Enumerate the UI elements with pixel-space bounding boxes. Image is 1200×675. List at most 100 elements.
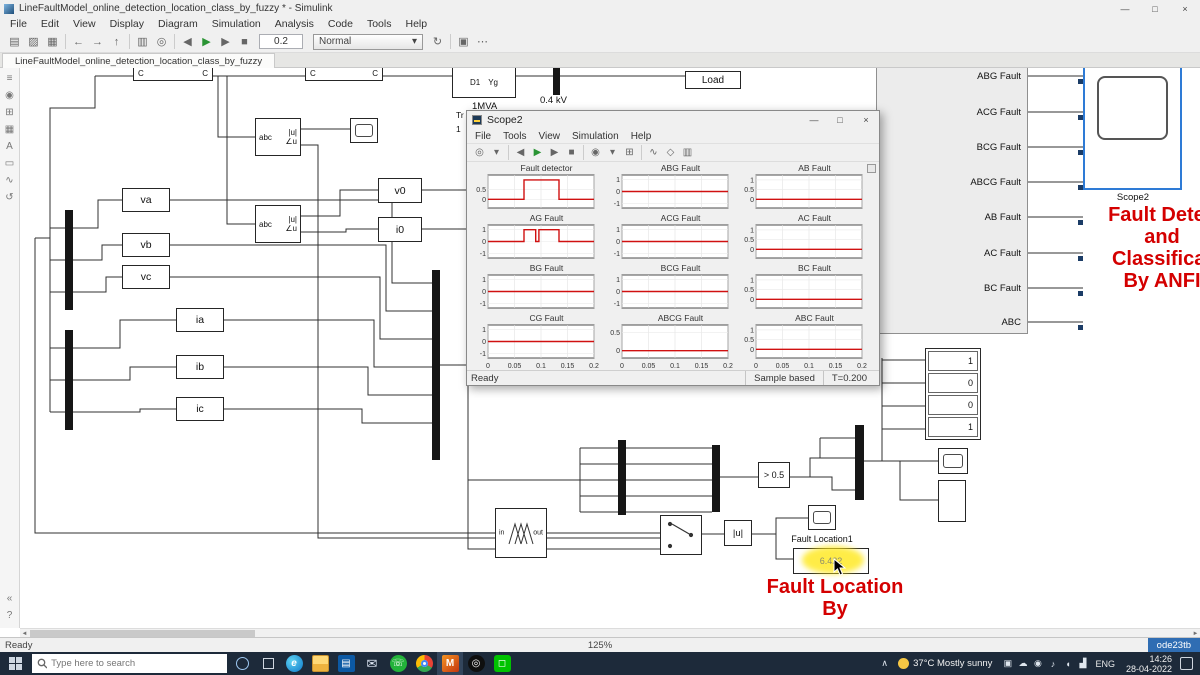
- menu-item-file[interactable]: File: [3, 17, 34, 31]
- scrollbar-thumb[interactable]: [30, 630, 255, 637]
- cortana-icon[interactable]: [229, 652, 255, 675]
- menu-item-view[interactable]: View: [66, 17, 103, 31]
- settings-caret-icon[interactable]: ▾: [488, 145, 505, 161]
- mux-a[interactable]: [618, 440, 626, 515]
- demux-voltages[interactable]: [65, 210, 73, 310]
- up-to-parent-icon[interactable]: ↑: [107, 33, 126, 51]
- scope-block-right[interactable]: [938, 448, 968, 474]
- edge-icon[interactable]: e: [281, 652, 307, 675]
- search-input[interactable]: [51, 658, 222, 669]
- step-forward-icon[interactable]: ▶: [546, 145, 563, 161]
- run-icon[interactable]: ▶: [529, 145, 546, 161]
- model-tab[interactable]: LineFaultModel_online_detection_location…: [2, 53, 275, 68]
- chevron-up-icon[interactable]: ∧: [877, 658, 892, 669]
- chrome-icon[interactable]: [411, 652, 437, 675]
- zoom-icon[interactable]: ◉: [2, 87, 18, 104]
- display-column-block[interactable]: 1001: [925, 348, 981, 440]
- speaker-icon[interactable]: ◖: [1060, 659, 1075, 669]
- bus-bar[interactable]: [553, 68, 560, 95]
- block-v0[interactable]: v0: [378, 178, 422, 203]
- more-tools-icon[interactable]: ⋯: [473, 33, 492, 51]
- annotation-fault-detection[interactable]: Fault DetecandClassificatBy ANFI: [1082, 204, 1200, 292]
- forward-icon[interactable]: →: [88, 33, 107, 51]
- sound-icon[interactable]: ♪: [1045, 659, 1060, 669]
- abs-block[interactable]: |u|: [724, 520, 752, 546]
- zoom-caret-icon[interactable]: ▾: [604, 145, 621, 161]
- open-model-icon[interactable]: ▨: [24, 33, 43, 51]
- scope-menu-item-help[interactable]: Help: [625, 129, 658, 143]
- style-icon[interactable]: ◇: [662, 145, 679, 161]
- zoom-icon[interactable]: ◉: [587, 145, 604, 161]
- signal-mux-main[interactable]: [432, 270, 440, 460]
- task-view-icon[interactable]: [255, 652, 281, 675]
- step-back-icon[interactable]: ◀: [512, 145, 529, 161]
- scope2-window[interactable]: Scope2 —□× FileToolsViewSimulationHelp ◎…: [466, 110, 880, 386]
- annotation-fault-location[interactable]: Fault LocationBy: [735, 576, 935, 620]
- help-icon[interactable]: ?: [2, 607, 18, 624]
- run-icon[interactable]: ▶: [197, 33, 216, 51]
- start-button[interactable]: [0, 652, 30, 675]
- close-button[interactable]: ×: [853, 111, 879, 129]
- menu-item-analysis[interactable]: Analysis: [268, 17, 321, 31]
- network-icon[interactable]: ▟: [1075, 658, 1090, 669]
- close-button[interactable]: ×: [1170, 0, 1200, 17]
- fast-restart-icon[interactable]: ↻: [428, 33, 447, 51]
- image-icon[interactable]: ▭: [2, 155, 18, 172]
- screenshot-icon[interactable]: ▦: [2, 121, 18, 138]
- menu-item-simulation[interactable]: Simulation: [205, 17, 268, 31]
- scope-menu-item-tools[interactable]: Tools: [497, 129, 532, 143]
- line-icon[interactable]: ◻: [489, 652, 515, 675]
- scope-menu-item-file[interactable]: File: [469, 129, 497, 143]
- collapse-icon[interactable]: «: [2, 590, 18, 607]
- whatsapp-icon[interactable]: ☏: [385, 652, 411, 675]
- restore-button[interactable]: □: [827, 111, 853, 129]
- pi-section-block-1[interactable]: C C: [133, 68, 213, 81]
- transformer-block[interactable]: D1 Yg: [452, 68, 516, 98]
- action-center-icon[interactable]: [1180, 657, 1193, 670]
- sim-mode-select[interactable]: Normal▾: [313, 34, 423, 50]
- horizontal-scrollbar[interactable]: ◄ ►: [20, 628, 1200, 637]
- block-ic[interactable]: ic: [176, 397, 224, 421]
- menu-item-tools[interactable]: Tools: [360, 17, 399, 31]
- block-ib[interactable]: ib: [176, 355, 224, 379]
- onedrive-icon[interactable]: ☁: [1015, 658, 1030, 669]
- model-config-icon[interactable]: ◎: [152, 33, 171, 51]
- mux-right[interactable]: [855, 425, 864, 500]
- grid-icon[interactable]: ⊞: [2, 104, 18, 121]
- scope2-block[interactable]: [1083, 68, 1182, 190]
- measurements-icon[interactable]: ∿: [645, 145, 662, 161]
- stop-icon[interactable]: ■: [235, 33, 254, 51]
- language-indicator[interactable]: ENG: [1095, 659, 1115, 669]
- weather-text[interactable]: 37°C Mostly sunny: [913, 658, 992, 669]
- file-explorer-icon[interactable]: [307, 652, 333, 675]
- undo-icon[interactable]: ↺: [2, 189, 18, 206]
- signal-icon[interactable]: ∿: [2, 172, 18, 189]
- restore-button[interactable]: □: [1140, 0, 1170, 17]
- stop-icon[interactable]: ■: [563, 145, 580, 161]
- block-ia[interactable]: ia: [176, 308, 224, 332]
- scope-menu-item-simulation[interactable]: Simulation: [566, 129, 625, 143]
- block-vb[interactable]: vb: [122, 233, 170, 257]
- menu-item-display[interactable]: Display: [103, 17, 151, 31]
- save-model-icon[interactable]: ▦: [43, 33, 62, 51]
- block-va[interactable]: va: [122, 188, 170, 212]
- step-forward-icon[interactable]: ▶: [216, 33, 235, 51]
- step-back-icon[interactable]: ◀: [178, 33, 197, 51]
- complex-to-mag-angle-block-2[interactable]: abc |u|∠u: [255, 205, 301, 243]
- menu-item-help[interactable]: Help: [398, 17, 434, 31]
- display-block-right[interactable]: [938, 480, 966, 522]
- plot-corner-button[interactable]: [867, 164, 876, 173]
- fault-location-display-block[interactable]: 6.422: [793, 548, 869, 574]
- fault-location-scope-block[interactable]: [808, 505, 836, 530]
- menu-item-edit[interactable]: Edit: [34, 17, 66, 31]
- status-solver[interactable]: ode23tb: [1148, 638, 1200, 652]
- library-browser-icon[interactable]: ▥: [133, 33, 152, 51]
- model-browser-icon[interactable]: ≡: [2, 70, 18, 87]
- block-i0[interactable]: i0: [378, 217, 422, 242]
- fuzzy-logic-block[interactable]: in out: [495, 508, 547, 558]
- matlab-icon[interactable]: M: [437, 652, 463, 675]
- scope-block-top[interactable]: [350, 118, 378, 143]
- store-icon[interactable]: ▤: [333, 652, 359, 675]
- shield-icon[interactable]: ◉: [1030, 658, 1045, 669]
- block-vc[interactable]: vc: [122, 265, 170, 289]
